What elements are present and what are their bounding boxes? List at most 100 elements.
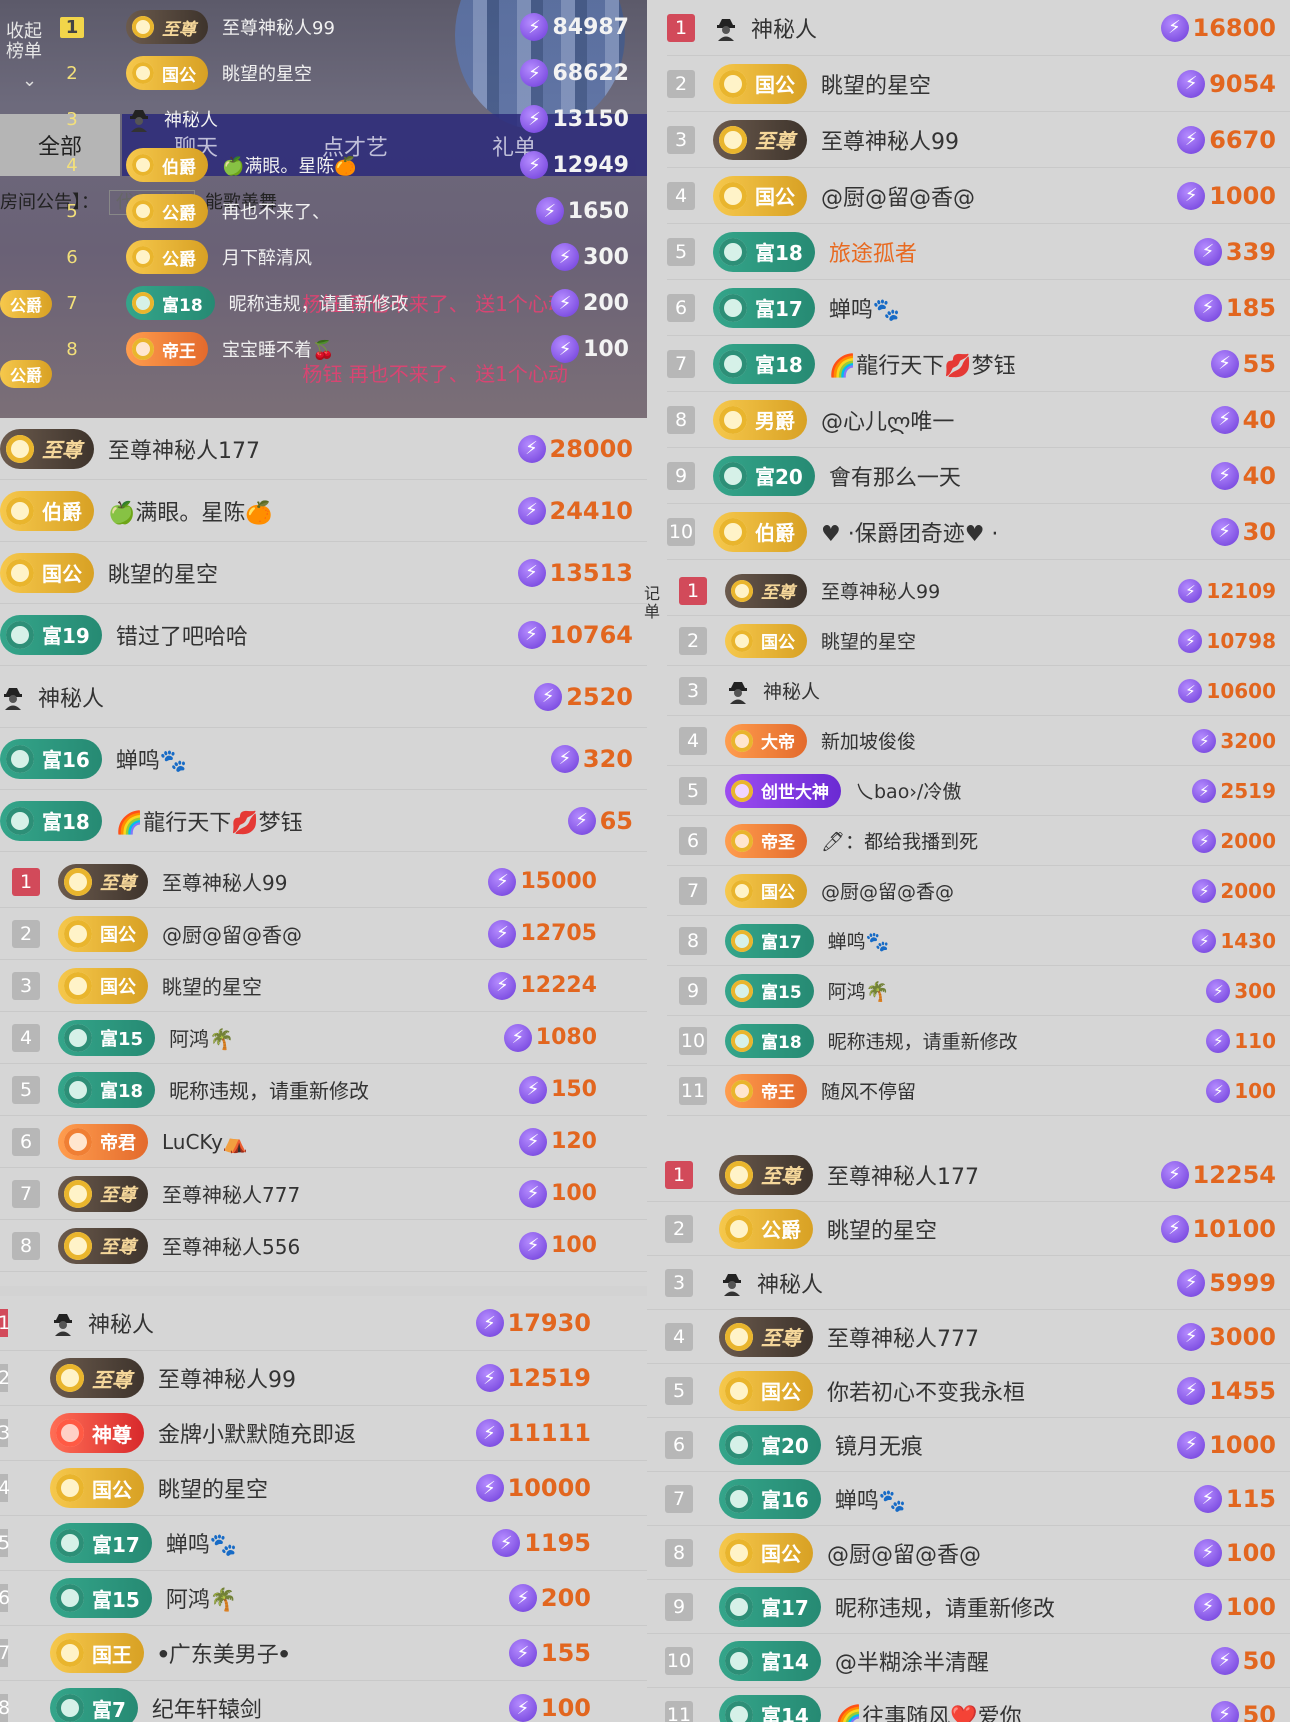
ranking-row[interactable]: 3 国公 眺望的星空 ⚡ 12224 <box>0 960 647 1012</box>
overlay-ranking-row[interactable]: 5 公爵 再也不来了、 ⚡ 1650 <box>60 188 645 234</box>
ranking-row[interactable]: 5 创世大神 乀bao›∕冷傲 ⚡ 2519 <box>667 766 1290 816</box>
rank-number: 9 <box>679 976 707 1005</box>
ranking-row[interactable]: 6 富20 镜月无痕 ⚡ 1000 <box>647 1418 1290 1472</box>
score: ⚡ 2520 <box>534 682 633 711</box>
ranking-row[interactable]: 2 国公 @厨@留@香@ ⚡ 12705 <box>0 908 647 960</box>
ranking-row[interactable]: 3 神秘人 ⚡ 5999 <box>647 1256 1290 1310</box>
score-value: 84987 <box>552 14 629 40</box>
score-value: 120 <box>551 1129 597 1154</box>
ranking-row[interactable]: 5 富17 蝉鸣🐾 ⚡ 1195 <box>0 1516 647 1571</box>
ranking-row[interactable]: 9 富15 阿鸿🌴 ⚡ 300 <box>667 966 1290 1016</box>
ranking-row[interactable]: 7 富18 🌈龍行天下💋梦钰 ⚡ 55 <box>667 336 1290 392</box>
ranking-row[interactable]: 1 至尊 至尊神秘人99 ⚡ 12109 <box>667 566 1290 616</box>
ranking-row[interactable]: 4 至尊 至尊神秘人777 ⚡ 3000 <box>647 1310 1290 1364</box>
ranking-row[interactable]: 5 国公 你若初心不变我永桓 ⚡ 1455 <box>647 1364 1290 1418</box>
ranking-row[interactable]: 7 国公 @厨@留@香@ ⚡ 2000 <box>667 866 1290 916</box>
ranking-row[interactable]: 6 帝君 LuCKy⛺ ⚡ 120 <box>0 1116 647 1168</box>
ranking-row[interactable]: 6 帝圣 🖊：都给我播到死 ⚡ 2000 <box>667 816 1290 866</box>
ranking-row[interactable]: 至尊 至尊神秘人177 ⚡ 28000 <box>0 418 647 480</box>
score-value: 185 <box>1225 293 1276 322</box>
ranking-row[interactable]: 1 至尊 至尊神秘人177 ⚡ 12254 <box>647 1148 1290 1202</box>
ranking-row[interactable]: 神秘人 ⚡ 2520 <box>0 666 647 728</box>
rank-number: 5 <box>667 237 695 266</box>
badge-emblem-icon <box>725 1592 753 1621</box>
ranking-row[interactable]: 3 至尊 至尊神秘人99 ⚡ 6670 <box>667 112 1290 168</box>
badge-label: 国公 <box>755 185 795 209</box>
level-badge: 至尊 <box>58 1175 148 1212</box>
ranking-row[interactable]: 9 富17 昵称违规，请重新修改 ⚡ 100 <box>647 1580 1290 1634</box>
rank-number: 1 <box>665 1160 693 1189</box>
level-badge: 国公 <box>725 623 807 658</box>
ranking-row[interactable]: 10 伯爵 ♥ ·保爵团奇迹♥ · ⚡ 30 <box>667 504 1290 560</box>
level-badge: 至尊 <box>0 428 94 469</box>
ranking-row[interactable]: 2 公爵 眺望的星空 ⚡ 10100 <box>647 1202 1290 1256</box>
ranking-row[interactable]: 2 至尊 至尊神秘人99 ⚡ 12519 <box>0 1351 647 1406</box>
ranking-row[interactable]: 8 富7 纪年轩辕剑 ⚡ 100 <box>0 1681 647 1722</box>
score-value: 2520 <box>566 682 633 711</box>
overlay-ranking-row[interactable]: 1 至尊 至尊神秘人99 ⚡ 84987 <box>60 4 645 50</box>
ranking-row[interactable]: 9 富20 會有那么一天 ⚡ 40 <box>667 448 1290 504</box>
overlay-ranking-row[interactable]: 6 公爵 月下醉清风 ⚡ 300 <box>60 234 645 280</box>
score: ⚡ 40 <box>1210 405 1276 434</box>
ranking-row[interactable]: 5 富18 昵称违规，请重新修改 ⚡ 150 <box>0 1064 647 1116</box>
ranking-row[interactable]: 国公 眺望的星空 ⚡ 13513 <box>0 542 647 604</box>
ranking-row[interactable]: 6 富15 阿鸿🌴 ⚡ 200 <box>0 1571 647 1626</box>
score: ⚡ 10100 <box>1160 1214 1276 1243</box>
level-badge: 伯爵 <box>126 148 208 182</box>
ranking-row[interactable]: 1 神秘人 ⚡ 16800 <box>667 0 1290 56</box>
overlay-ranking-row[interactable]: 4 伯爵 🍏满眼。星陈🍊 ⚡ 12949 <box>60 142 645 188</box>
rank-number: 8 <box>665 1538 693 1567</box>
level-badge: 国公 <box>58 915 148 952</box>
ranking-row[interactable]: 4 大帝 新加坡俊俊 ⚡ 3200 <box>667 716 1290 766</box>
lightning-coin-icon: ⚡ <box>1177 1268 1206 1297</box>
ranking-row[interactable]: 4 富15 阿鸿🌴 ⚡ 1080 <box>0 1012 647 1064</box>
ranking-row[interactable]: 1 神秘人 ⚡ 17930 <box>0 1296 647 1351</box>
ranking-row[interactable]: 11 帝王 随风不停留 ⚡ 100 <box>667 1066 1290 1116</box>
rank-number: 5 <box>66 200 78 222</box>
ranking-row[interactable]: 8 至尊 至尊神秘人556 ⚡ 100 <box>0 1220 647 1272</box>
ranking-row[interactable]: 伯爵 🍏满眼。星陈🍊 ⚡ 24410 <box>0 480 647 542</box>
ranking-row[interactable]: 8 富17 蝉鸣🐾 ⚡ 1430 <box>667 916 1290 966</box>
score: ⚡ 12254 <box>1160 1160 1276 1189</box>
level-badge: 富16 <box>719 1478 821 1519</box>
ranking-row[interactable]: 2 国公 眺望的星空 ⚡ 10798 <box>667 616 1290 666</box>
ranking-row[interactable]: 10 富14 @半糊涂半清醒 ⚡ 50 <box>647 1634 1290 1688</box>
ranking-row[interactable]: 富18 🌈龍行天下💋梦钰 ⚡ 65 <box>0 790 647 852</box>
ranking-row[interactable]: 3 神尊 金牌小默默随充即返 ⚡ 11111 <box>0 1406 647 1461</box>
badge-label: 富15 <box>100 1028 144 1050</box>
overlay-ranking-row[interactable]: 8 帝王 宝宝睡不着🍒 ⚡ 100 <box>60 326 645 372</box>
ranking-row[interactable]: 2 国公 眺望的星空 ⚡ 9054 <box>667 56 1290 112</box>
ranking-row[interactable]: 10 富18 昵称违规，请重新修改 ⚡ 110 <box>667 1016 1290 1066</box>
level-badge: 至尊 <box>713 119 807 160</box>
lightning-coin-icon: ⚡ <box>488 867 517 896</box>
score-value: 12109 <box>1206 578 1276 603</box>
overlay-ranking-row[interactable]: 3 神秘人 ⚡ 13150 <box>60 96 645 142</box>
ranking-row[interactable]: 4 国公 @厨@留@香@ ⚡ 1000 <box>667 168 1290 224</box>
rank-number: 4 <box>679 726 707 755</box>
ranking-row[interactable]: 富19 错过了吧哈哈 ⚡ 10764 <box>0 604 647 666</box>
level-badge: 伯爵 <box>713 511 807 552</box>
ranking-row[interactable]: 7 富16 蝉鸣🐾 ⚡ 115 <box>647 1472 1290 1526</box>
score: ⚡ 1195 <box>492 1529 591 1557</box>
chevron-down-icon[interactable]: ⌄ <box>22 70 37 91</box>
badge-label: 富20 <box>755 465 803 489</box>
ranking-row[interactable]: 4 国公 眺望的星空 ⚡ 10000 <box>0 1461 647 1516</box>
ranking-row[interactable]: 1 至尊 至尊神秘人99 ⚡ 15000 <box>0 856 647 908</box>
overlay-ranking-row[interactable]: 7 富18 昵称违规，请重新修改 ⚡ 200 <box>60 280 645 326</box>
score: ⚡ 100 <box>1193 1592 1276 1621</box>
ranking-row[interactable]: 5 富18 旅途孤者 ⚡ 339 <box>667 224 1290 280</box>
ranking-row[interactable]: 11 富14 🌈往事随风❤️爱你 ⚡ 50 <box>647 1688 1290 1722</box>
ranking-row[interactable]: 富16 蝉鸣🐾 ⚡ 320 <box>0 728 647 790</box>
badge-label: 国王 <box>92 1642 132 1667</box>
ranking-row[interactable]: 7 至尊 至尊神秘人777 ⚡ 100 <box>0 1168 647 1220</box>
badge-emblem-icon <box>64 1231 92 1260</box>
ranking-row[interactable]: 8 国公 @厨@留@香@ ⚡ 100 <box>647 1526 1290 1580</box>
ranking-row[interactable]: 7 国王 ꔷ广东美男子ꔷ ⚡ 155 <box>0 1626 647 1681</box>
ranking-row[interactable]: 6 富17 蝉鸣🐾 ⚡ 185 <box>667 280 1290 336</box>
overlay-ranking-row[interactable]: 2 国公 眺望的星空 ⚡ 68622 <box>60 50 645 96</box>
badge-emblem-icon <box>725 1646 753 1675</box>
collapse-list-label[interactable]: 收起 榜单 <box>6 22 42 62</box>
ranking-row[interactable]: 3 神秘人 ⚡ 10600 <box>667 666 1290 716</box>
score-value: 1080 <box>535 1025 597 1050</box>
ranking-row[interactable]: 8 男爵 @心儿ლ唯一 ⚡ 40 <box>667 392 1290 448</box>
